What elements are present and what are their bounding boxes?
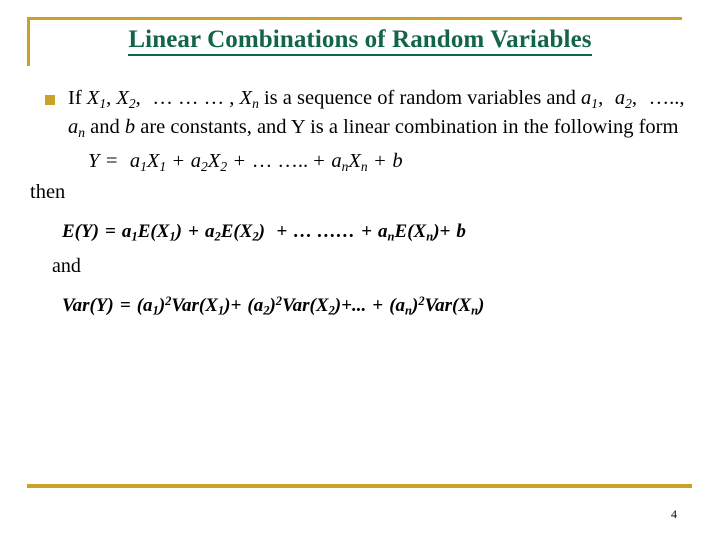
list-item: If X1, X2, … … … , Xn is a sequence of r…: [0, 84, 720, 142]
bullet-line2-suffix: are constants, and Y is a linear: [135, 116, 390, 138]
coefficient-an: an: [68, 116, 86, 140]
constant-b: b: [124, 116, 136, 138]
coefficient-a1: a1: [581, 87, 599, 111]
footer-rule: [27, 484, 692, 488]
page-title-text: Linear Combinations of Random Variables: [128, 26, 592, 56]
ellipsis-2: …..,: [648, 87, 685, 109]
equation-y-termn: anXn: [331, 150, 368, 174]
variance-termn: (an)2Var(Xn): [389, 294, 485, 318]
expectation-constant: b: [456, 221, 466, 242]
bullet-line3: combination in the following form: [394, 116, 679, 138]
slide-body: If X1, X2, … … … , Xn is a sequence of r…: [0, 84, 720, 320]
equation-linear-combination: Y = a1X1 + a2X2 +… ….. + anXn + b: [88, 150, 403, 174]
variable-x2: X2: [116, 87, 136, 111]
then-label: then: [30, 181, 66, 203]
bullet-line1-suffix: is a sequence of random variables: [258, 87, 542, 109]
square-bullet-icon: [45, 95, 55, 105]
expectation-termn: anE(Xn): [378, 221, 440, 244]
variance-term1: (a1)2Var(X1): [136, 294, 231, 318]
equation-y-term2: a2X2: [190, 150, 228, 174]
bullet-paragraph: If X1, X2, … … … , Xn is a sequence of r…: [68, 87, 685, 140]
equation-expectation: E(Y) = a1E(X1) + a2E(X2) +… …… + anE(Xn)+ b: [62, 221, 466, 244]
equation-y-lhs: Y: [88, 150, 100, 172]
ellipsis-4: … ……: [293, 221, 356, 242]
bullet-line2-prefix: and: [546, 87, 582, 109]
variance-term2: (a2)2Var(X2): [247, 294, 342, 318]
coefficient-a2: a2: [614, 87, 632, 111]
page-number: 4: [671, 507, 677, 521]
page-title: Linear Combinations of Random Variables: [0, 26, 720, 56]
expectation-lhs: E(Y): [62, 221, 99, 242]
title-frame-top-rule: [27, 17, 682, 20]
equation-y-constant: b: [392, 150, 403, 172]
expectation-term1: a1E(X1): [121, 221, 182, 244]
ellipsis-1: … … …: [152, 87, 230, 109]
equation-variance: Var(Y) = (a1)2Var(X1)+ (a2)2Var(X2)+... + (an…: [62, 294, 485, 318]
equation-y-term1: a1X1: [129, 150, 167, 174]
ellipsis-5: ...: [351, 295, 367, 316]
variance-lhs: Var(Y): [62, 295, 114, 316]
ellipsis-3: … …..: [251, 150, 314, 172]
bullet-line1-prefix: If: [68, 87, 87, 109]
variable-xn: Xn: [239, 87, 259, 111]
variable-x1: X1: [86, 87, 107, 111]
and-label: and: [52, 255, 81, 277]
expectation-term2: a2E(X2): [204, 221, 265, 244]
